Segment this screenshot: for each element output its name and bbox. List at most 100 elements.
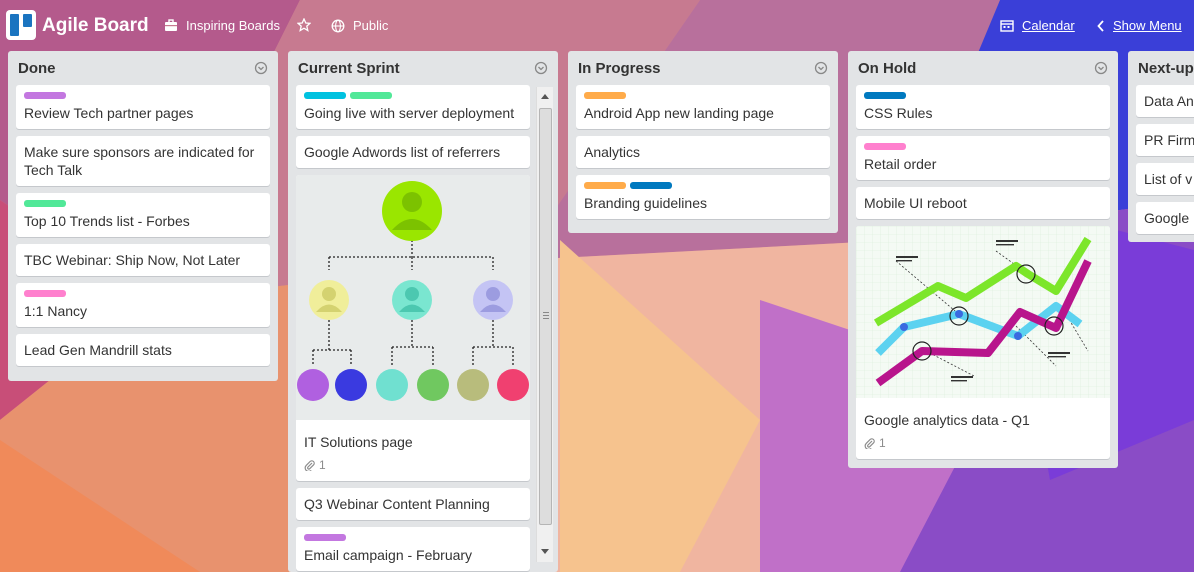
card[interactable]: PR Firm [1136,124,1194,156]
card-title: Q3 Webinar Content Planning [304,496,490,512]
card[interactable]: Retail order [856,136,1110,180]
list-title[interactable]: Done [18,60,56,77]
org-name: Inspiring Boards [186,18,280,33]
card[interactable]: Analytics [576,136,830,168]
card-label [304,534,346,541]
card-title: TBC Webinar: Ship Now, Not Later [24,252,241,268]
card-title: Android App new landing page [584,105,774,121]
visibility-label: Public [353,18,389,33]
org-chart-image [296,175,530,420]
card-title: Top 10 Trends list - Forbes [24,213,190,229]
attachment-badge: 1 [864,434,1102,452]
list-header: Done [8,51,278,85]
card-title: List of v [1144,171,1193,187]
list-on-hold: On Hold CSS Rules Retail order Mobile UI… [848,51,1118,468]
star-button[interactable] [297,18,319,32]
card-title: Google [1144,210,1190,226]
card[interactable]: IT Solutions page 1 [296,175,530,481]
card-label [24,92,66,99]
card[interactable]: Google Adwords list of referrers [296,136,530,168]
line-chart-image [856,226,1110,398]
card[interactable]: Top 10 Trends list - Forbes [16,193,270,237]
card-title: Google Adwords list of referrers [304,144,501,160]
list-next-up: Next-up Data An PR Firm List of v Google [1128,51,1194,242]
card[interactable]: Email campaign - February [296,527,530,571]
card[interactable]: Going live with server deployment [296,85,530,129]
card[interactable]: Review Tech partner pages [16,85,270,129]
list-current-sprint: Current Sprint Going live with server de… [288,51,558,572]
list-title[interactable]: In Progress [578,60,661,77]
card[interactable]: Data An [1136,85,1194,117]
trello-logo-icon[interactable] [6,10,36,40]
chevron-left-icon [1097,19,1104,32]
card[interactable]: CSS Rules [856,85,1110,129]
card-label [24,200,66,207]
card[interactable]: Google [1136,202,1194,234]
card-title: CSS Rules [864,105,933,121]
card[interactable]: Make sure sponsors are indicated for Tec… [16,136,270,186]
card[interactable]: Android App new landing page [576,85,830,129]
card-label [584,182,626,189]
card[interactable]: Lead Gen Mandrill stats [16,334,270,366]
card[interactable]: Google analytics data - Q1 1 [856,226,1110,459]
list-menu-icon[interactable] [534,61,548,75]
card-title: Retail order [864,156,937,172]
org-button[interactable]: Inspiring Boards [164,18,280,33]
list-title[interactable]: Current Sprint [298,60,400,77]
card-label [350,92,392,99]
card-label [24,290,66,297]
card[interactable]: Q3 Webinar Content Planning [296,488,530,520]
card[interactable]: Branding guidelines [576,175,830,219]
star-icon [297,18,311,32]
card-title: 1:1 Nancy [24,303,88,319]
calendar-button[interactable]: Calendar [1000,18,1075,33]
calendar-link[interactable]: Calendar [1022,18,1075,33]
attachment-count: 1 [879,436,886,450]
list-header: Current Sprint [288,51,558,85]
card-title: PR Firm [1144,132,1194,148]
card-title: Going live with server deployment [304,105,515,121]
card[interactable]: 1:1 Nancy [16,283,270,327]
list-title[interactable]: Next-up [1138,60,1194,77]
board-header: Agile Board Inspiring Boards Public Cale… [0,0,1194,50]
list-header: Next-up [1128,51,1194,85]
attachment-badge: 1 [304,456,522,474]
visibility-button[interactable]: Public [331,18,388,33]
show-menu-link[interactable]: Show Menu [1113,18,1182,33]
list-menu-icon[interactable] [1094,61,1108,75]
list-scrollbar[interactable] [536,87,553,562]
card[interactable]: List of v [1136,163,1194,195]
list-title[interactable]: On Hold [858,60,916,77]
calendar-icon [1000,20,1014,32]
paperclip-icon [864,437,875,449]
attachment-count: 1 [319,458,326,472]
list-menu-icon[interactable] [254,61,268,75]
briefcase-icon [165,19,177,31]
card-label [304,92,346,99]
scroll-thumb[interactable] [539,108,552,525]
list-done: Done Review Tech partner pages Make sure… [8,51,278,381]
card-cover-image [856,226,1110,402]
board-title[interactable]: Agile Board [42,15,149,37]
show-menu-button[interactable]: Show Menu [1097,18,1182,33]
card-cover-image [296,175,530,424]
card-title: Data An [1144,93,1194,109]
paperclip-icon [304,459,315,471]
scroll-up-arrow-icon[interactable] [541,94,549,99]
card-title: Google analytics data - Q1 [864,412,1030,428]
card-title: Email campaign - February [304,547,473,563]
globe-icon [331,19,345,32]
list-menu-icon[interactable] [814,61,828,75]
card[interactable]: Mobile UI reboot [856,187,1110,219]
card-title: Lead Gen Mandrill stats [24,342,172,358]
list-in-progress: In Progress Android App new landing page… [568,51,838,233]
card-title: Analytics [584,144,641,160]
card-label [584,92,626,99]
card-title: Branding guidelines [584,195,707,211]
card-label [864,92,906,99]
list-header: In Progress [568,51,838,85]
card-title: Review Tech partner pages [24,105,194,121]
scroll-down-arrow-icon[interactable] [541,549,549,554]
card[interactable]: TBC Webinar: Ship Now, Not Later [16,244,270,276]
list-header: On Hold [848,51,1118,85]
